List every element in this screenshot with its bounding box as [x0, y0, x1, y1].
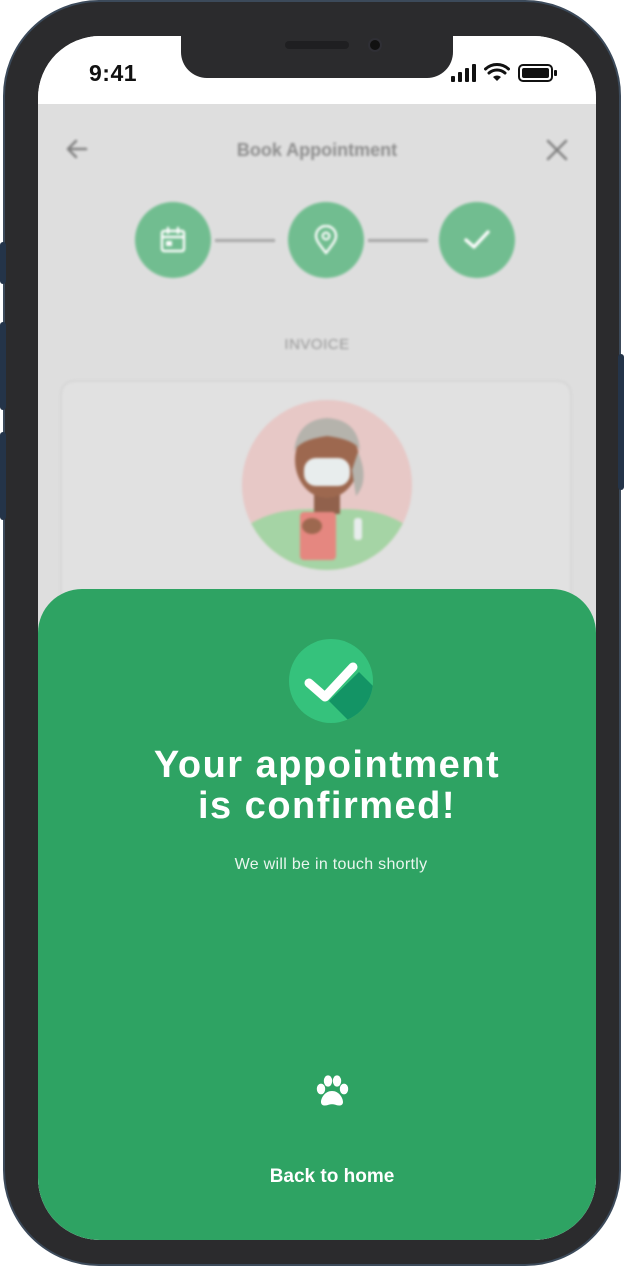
paw-icon — [316, 1075, 349, 1106]
wifi-icon — [484, 63, 510, 81]
booking-stepper — [135, 202, 515, 278]
cellular-signal-icon — [451, 64, 476, 82]
doctor-avatar — [242, 400, 412, 570]
battery-icon — [518, 64, 557, 82]
check-circle-icon — [289, 639, 373, 723]
confirmation-title: Your appointment is confirmed! — [153, 744, 501, 827]
check-icon — [464, 230, 490, 249]
location-pin-icon — [314, 225, 338, 255]
silent-switch — [0, 242, 6, 284]
power-button — [618, 354, 624, 490]
status-time: 9:41 — [89, 60, 138, 86]
confirmation-subtitle: We will be in touch shortly — [234, 856, 428, 873]
step-date[interactable] — [135, 202, 211, 278]
volume-down-button — [0, 432, 6, 520]
back-to-home-button[interactable]: Back to home — [238, 1159, 426, 1195]
invoice-label: INVOICE — [284, 336, 350, 353]
notch — [181, 36, 453, 78]
volume-up-button — [0, 322, 6, 410]
close-icon[interactable] — [545, 138, 569, 162]
step-confirm[interactable] — [439, 202, 515, 278]
speaker — [285, 41, 349, 49]
status-icons — [450, 63, 558, 83]
step-location[interactable] — [288, 202, 364, 278]
confirmation-sheet: Your appointment is confirmed! We will b… — [38, 589, 596, 1240]
phone-frame: 9:41 Book Appointment INVOICE Your appoi… — [3, 0, 621, 1266]
front-camera — [368, 38, 382, 52]
calendar-icon — [160, 226, 186, 253]
doctor-illustration — [242, 400, 412, 570]
stepper-connector — [368, 239, 428, 242]
screen: 9:41 Book Appointment INVOICE Your appoi… — [38, 36, 596, 1240]
stepper-connector — [215, 239, 275, 242]
page-title: Book Appointment — [236, 140, 398, 160]
